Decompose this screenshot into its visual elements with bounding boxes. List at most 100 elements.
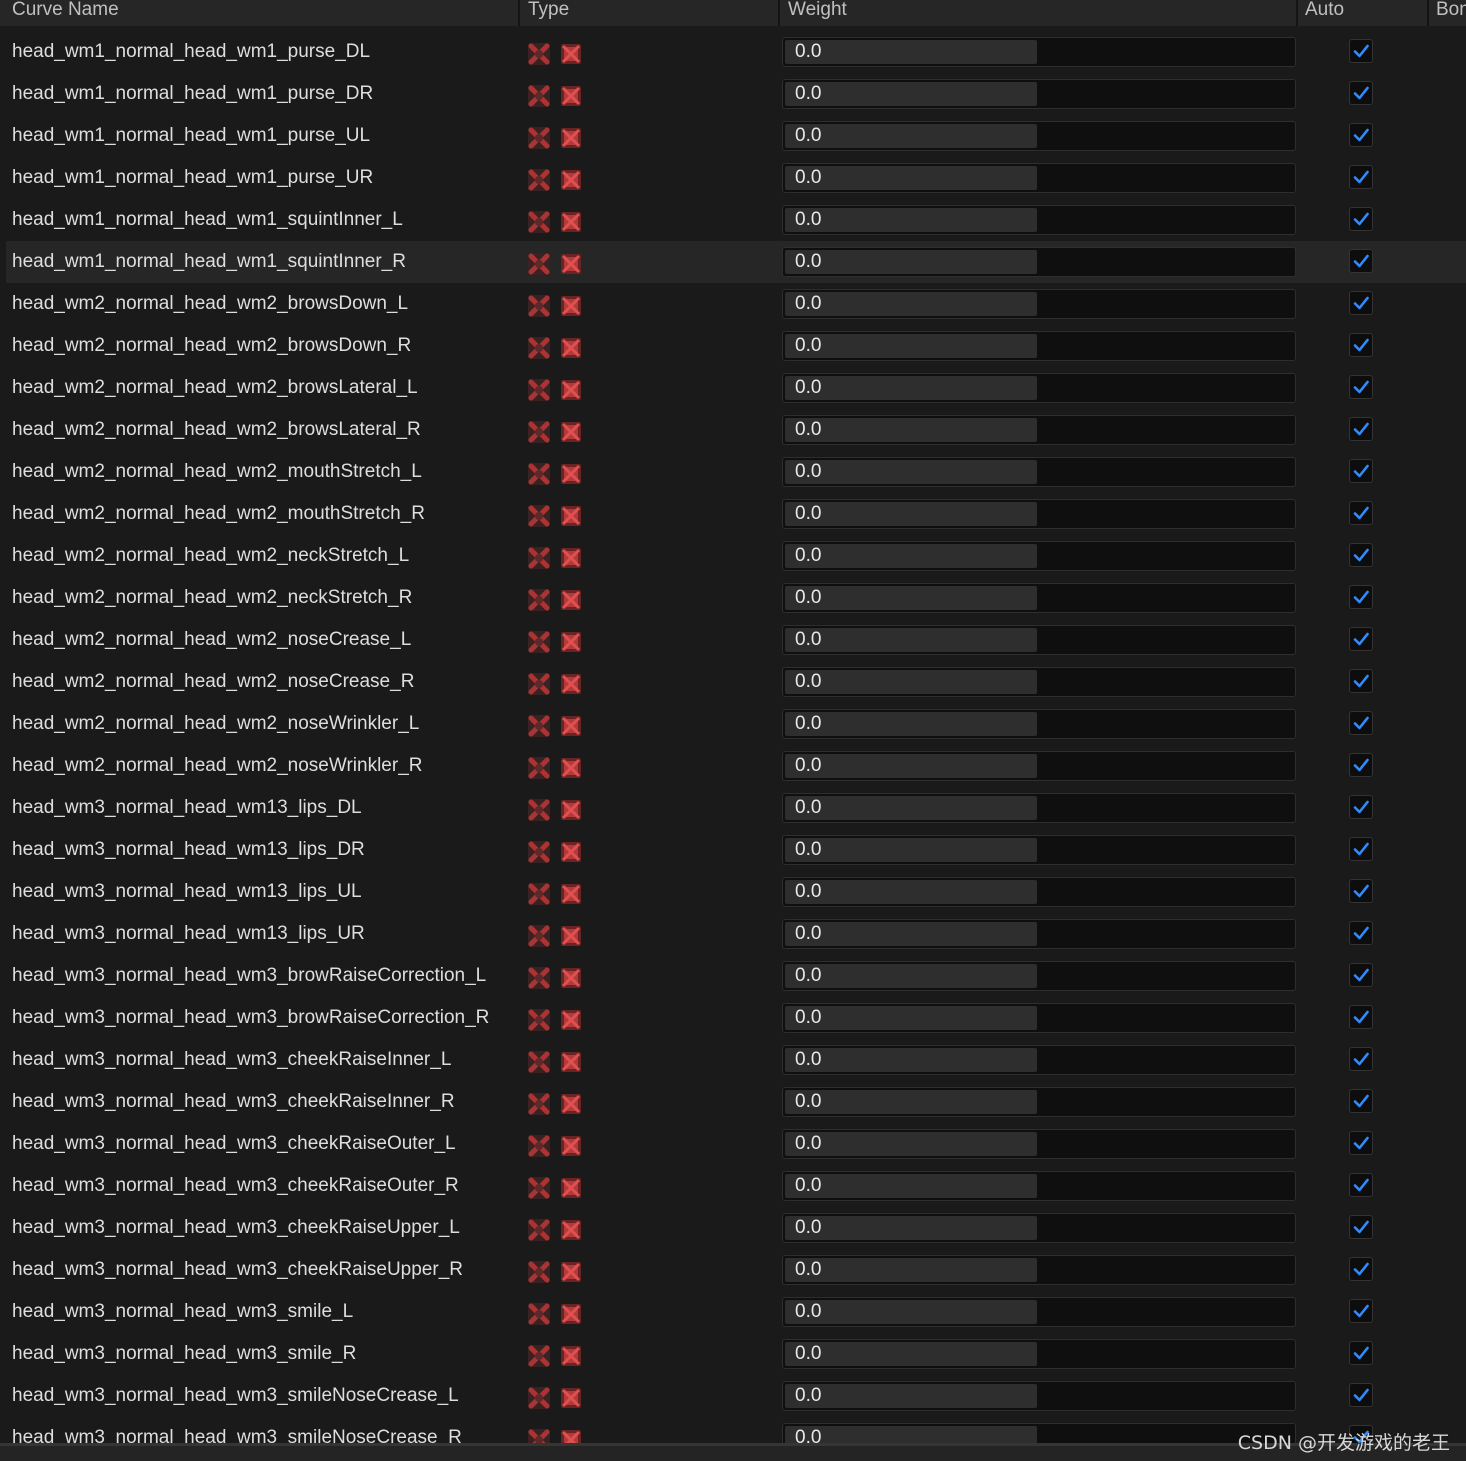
weight-slider[interactable]: 0.0 <box>782 415 1296 445</box>
table-row[interactable]: head_wm2_normal_head_wm2_browsLateral_L 0… <box>6 367 1466 409</box>
auto-checkbox[interactable] <box>1349 165 1373 189</box>
table-row[interactable]: head_wm1_normal_head_wm1_purse_DR 0.0 <box>6 73 1466 115</box>
weight-slider[interactable]: 0.0 <box>782 583 1296 613</box>
weight-slider[interactable]: 0.0 <box>782 1381 1296 1411</box>
table-row[interactable]: head_wm3_normal_head_wm3_smile_R 0.0 <box>6 1333 1466 1375</box>
weight-slider[interactable]: 0.0 <box>782 331 1296 361</box>
table-row[interactable]: head_wm2_normal_head_wm2_browsLateral_R 0… <box>6 409 1466 451</box>
weight-slider[interactable]: 0.0 <box>782 37 1296 67</box>
auto-checkbox[interactable] <box>1349 501 1373 525</box>
weight-slider[interactable]: 0.0 <box>782 247 1296 277</box>
weight-slider[interactable]: 0.0 <box>782 121 1296 151</box>
table-row[interactable]: head_wm3_normal_head_wm13_lips_UL 0.0 <box>6 871 1466 913</box>
auto-checkbox[interactable] <box>1349 543 1373 567</box>
weight-slider[interactable]: 0.0 <box>782 1003 1296 1033</box>
auto-checkbox[interactable] <box>1349 417 1373 441</box>
table-row[interactable]: head_wm3_normal_head_wm3_browRaiseCorrec… <box>6 955 1466 997</box>
auto-checkbox[interactable] <box>1349 1299 1373 1323</box>
weight-slider[interactable]: 0.0 <box>782 919 1296 949</box>
auto-checkbox[interactable] <box>1349 1131 1373 1155</box>
table-row[interactable]: head_wm3_normal_head_wm3_cheekRaiseOuter… <box>6 1165 1466 1207</box>
column-header-weight[interactable]: Weight <box>782 0 1298 26</box>
weight-slider[interactable]: 0.0 <box>782 1423 1296 1443</box>
weight-slider[interactable]: 0.0 <box>782 835 1296 865</box>
weight-slider[interactable]: 0.0 <box>782 373 1296 403</box>
table-row[interactable]: head_wm2_normal_head_wm2_noseWrinkler_R 0… <box>6 745 1466 787</box>
auto-checkbox[interactable] <box>1349 585 1373 609</box>
table-row[interactable]: head_wm2_normal_head_wm2_browsDown_R 0.0 <box>6 325 1466 367</box>
table-row[interactable]: head_wm2_normal_head_wm2_noseCrease_R 0.0 <box>6 661 1466 703</box>
auto-checkbox[interactable] <box>1349 123 1373 147</box>
weight-slider[interactable]: 0.0 <box>782 877 1296 907</box>
auto-checkbox[interactable] <box>1349 963 1373 987</box>
table-row[interactable]: head_wm1_normal_head_wm1_squintInner_L 0.… <box>6 199 1466 241</box>
auto-checkbox[interactable] <box>1349 669 1373 693</box>
weight-slider[interactable]: 0.0 <box>782 1087 1296 1117</box>
auto-checkbox[interactable] <box>1349 291 1373 315</box>
auto-checkbox[interactable] <box>1349 1383 1373 1407</box>
table-row[interactable]: head_wm2_normal_head_wm2_neckStretch_L 0.… <box>6 535 1466 577</box>
table-row[interactable]: head_wm3_normal_head_wm3_smile_L 0.0 <box>6 1291 1466 1333</box>
table-row[interactable]: head_wm3_normal_head_wm3_cheekRaiseUpper… <box>6 1207 1466 1249</box>
auto-checkbox[interactable] <box>1349 1341 1373 1365</box>
table-row[interactable]: head_wm3_normal_head_wm13_lips_DR 0.0 <box>6 829 1466 871</box>
weight-slider[interactable]: 0.0 <box>782 625 1296 655</box>
auto-checkbox[interactable] <box>1349 39 1373 63</box>
auto-checkbox[interactable] <box>1349 375 1373 399</box>
auto-checkbox[interactable] <box>1349 921 1373 945</box>
table-row[interactable]: head_wm1_normal_head_wm1_purse_DL 0.0 <box>6 31 1466 73</box>
table-row[interactable]: head_wm3_normal_head_wm3_smileNoseCrease… <box>6 1375 1466 1417</box>
weight-slider[interactable]: 0.0 <box>782 289 1296 319</box>
auto-checkbox[interactable] <box>1349 753 1373 777</box>
auto-checkbox[interactable] <box>1349 249 1373 273</box>
table-row[interactable]: head_wm2_normal_head_wm2_noseWrinkler_L 0… <box>6 703 1466 745</box>
weight-slider[interactable]: 0.0 <box>782 79 1296 109</box>
weight-slider[interactable]: 0.0 <box>782 205 1296 235</box>
weight-slider[interactable]: 0.0 <box>782 961 1296 991</box>
auto-checkbox[interactable] <box>1349 1215 1373 1239</box>
curve-list[interactable]: head_wm1_normal_head_wm1_purse_DL 0.0 head… <box>0 31 1466 1443</box>
weight-slider[interactable]: 0.0 <box>782 1255 1296 1285</box>
auto-checkbox[interactable] <box>1349 459 1373 483</box>
table-row[interactable]: head_wm2_normal_head_wm2_noseCrease_L 0.0 <box>6 619 1466 661</box>
table-row[interactable]: head_wm3_normal_head_wm13_lips_UR 0.0 <box>6 913 1466 955</box>
weight-slider[interactable]: 0.0 <box>782 751 1296 781</box>
table-row[interactable]: head_wm2_normal_head_wm2_mouthStretch_R 0… <box>6 493 1466 535</box>
auto-checkbox[interactable] <box>1349 1257 1373 1281</box>
weight-slider[interactable]: 0.0 <box>782 541 1296 571</box>
auto-checkbox[interactable] <box>1349 627 1373 651</box>
auto-checkbox[interactable] <box>1349 1173 1373 1197</box>
table-row[interactable]: head_wm3_normal_head_wm3_cheekRaiseOuter… <box>6 1123 1466 1165</box>
weight-slider[interactable]: 0.0 <box>782 1213 1296 1243</box>
auto-checkbox[interactable] <box>1349 711 1373 735</box>
auto-checkbox[interactable] <box>1349 1005 1373 1029</box>
weight-slider[interactable]: 0.0 <box>782 1129 1296 1159</box>
weight-slider[interactable]: 0.0 <box>782 499 1296 529</box>
column-header-curve-name[interactable]: Curve Name <box>6 0 520 26</box>
table-row[interactable]: head_wm3_normal_head_wm13_lips_DL 0.0 <box>6 787 1466 829</box>
table-row[interactable]: head_wm2_normal_head_wm2_neckStretch_R 0.… <box>6 577 1466 619</box>
weight-slider[interactable]: 0.0 <box>782 709 1296 739</box>
table-row[interactable]: head_wm3_normal_head_wm3_cheekRaiseUpper… <box>6 1249 1466 1291</box>
table-row[interactable]: head_wm1_normal_head_wm1_purse_UL 0.0 <box>6 115 1466 157</box>
weight-slider[interactable]: 0.0 <box>782 667 1296 697</box>
weight-slider[interactable]: 0.0 <box>782 1171 1296 1201</box>
table-row[interactable]: head_wm3_normal_head_wm3_browRaiseCorrec… <box>6 997 1466 1039</box>
table-row[interactable]: head_wm1_normal_head_wm1_purse_UR 0.0 <box>6 157 1466 199</box>
weight-slider[interactable]: 0.0 <box>782 1339 1296 1369</box>
table-row[interactable]: head_wm1_normal_head_wm1_squintInner_R 0.… <box>6 241 1466 283</box>
column-header-type[interactable]: Type <box>522 0 780 26</box>
column-header-auto[interactable]: Auto <box>1299 0 1429 26</box>
auto-checkbox[interactable] <box>1349 1047 1373 1071</box>
auto-checkbox[interactable] <box>1349 1089 1373 1113</box>
auto-checkbox[interactable] <box>1349 207 1373 231</box>
weight-slider[interactable]: 0.0 <box>782 1297 1296 1327</box>
table-row[interactable]: head_wm2_normal_head_wm2_browsDown_L 0.0 <box>6 283 1466 325</box>
auto-checkbox[interactable] <box>1349 333 1373 357</box>
auto-checkbox[interactable] <box>1349 879 1373 903</box>
column-header-bone[interactable]: Bon <box>1430 0 1466 26</box>
weight-slider[interactable]: 0.0 <box>782 163 1296 193</box>
table-row[interactable]: head_wm3_normal_head_wm3_cheekRaiseInner… <box>6 1081 1466 1123</box>
auto-checkbox[interactable] <box>1349 795 1373 819</box>
weight-slider[interactable]: 0.0 <box>782 457 1296 487</box>
